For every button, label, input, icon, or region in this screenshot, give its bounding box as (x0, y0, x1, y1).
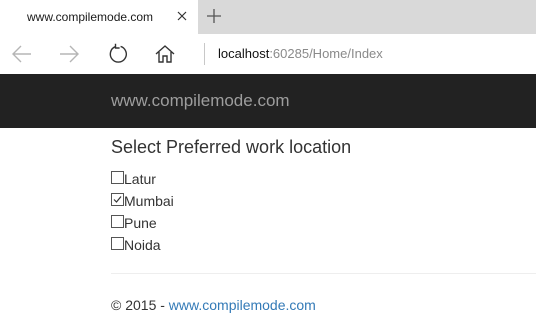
back-arrow-icon[interactable] (10, 42, 34, 66)
address-field[interactable]: localhost:60285/Home/Index (218, 46, 383, 61)
checkbox-noida[interactable] (111, 237, 124, 250)
footer: © 2015 - www.compilemode.com (111, 297, 316, 313)
brand-link[interactable]: www.compilemode.com (111, 91, 290, 111)
address-path: :60285/Home/Index (269, 46, 383, 61)
footer-link[interactable]: www.compilemode.com (169, 297, 316, 313)
option-label: Noida (124, 237, 161, 253)
option-label: Pune (124, 215, 157, 231)
close-icon[interactable] (174, 8, 190, 24)
tab-title: www.compilemode.com (27, 10, 154, 24)
option-label: Latur (124, 171, 156, 187)
checkbox-mumbai[interactable] (111, 193, 124, 206)
page-title: Select Preferred work location (111, 137, 352, 157)
address-host: localhost (218, 46, 270, 61)
footer-copyright: © 2015 - (111, 297, 169, 313)
browser-tab[interactable]: www.compilemode.com (0, 0, 198, 34)
checkbox-pune[interactable] (111, 215, 124, 228)
home-icon[interactable] (153, 42, 177, 66)
address-bar-row: localhost:60285/Home/Index (0, 34, 536, 74)
plus-icon[interactable] (205, 7, 223, 25)
forward-arrow-icon[interactable] (57, 42, 81, 66)
tab-strip: www.compilemode.com (0, 0, 536, 34)
address-separator (204, 43, 205, 65)
refresh-icon[interactable] (106, 42, 130, 66)
footer-divider (111, 273, 536, 274)
checkbox-latur[interactable] (111, 171, 124, 184)
site-header: www.compilemode.com (0, 74, 536, 128)
option-label: Mumbai (124, 193, 174, 209)
